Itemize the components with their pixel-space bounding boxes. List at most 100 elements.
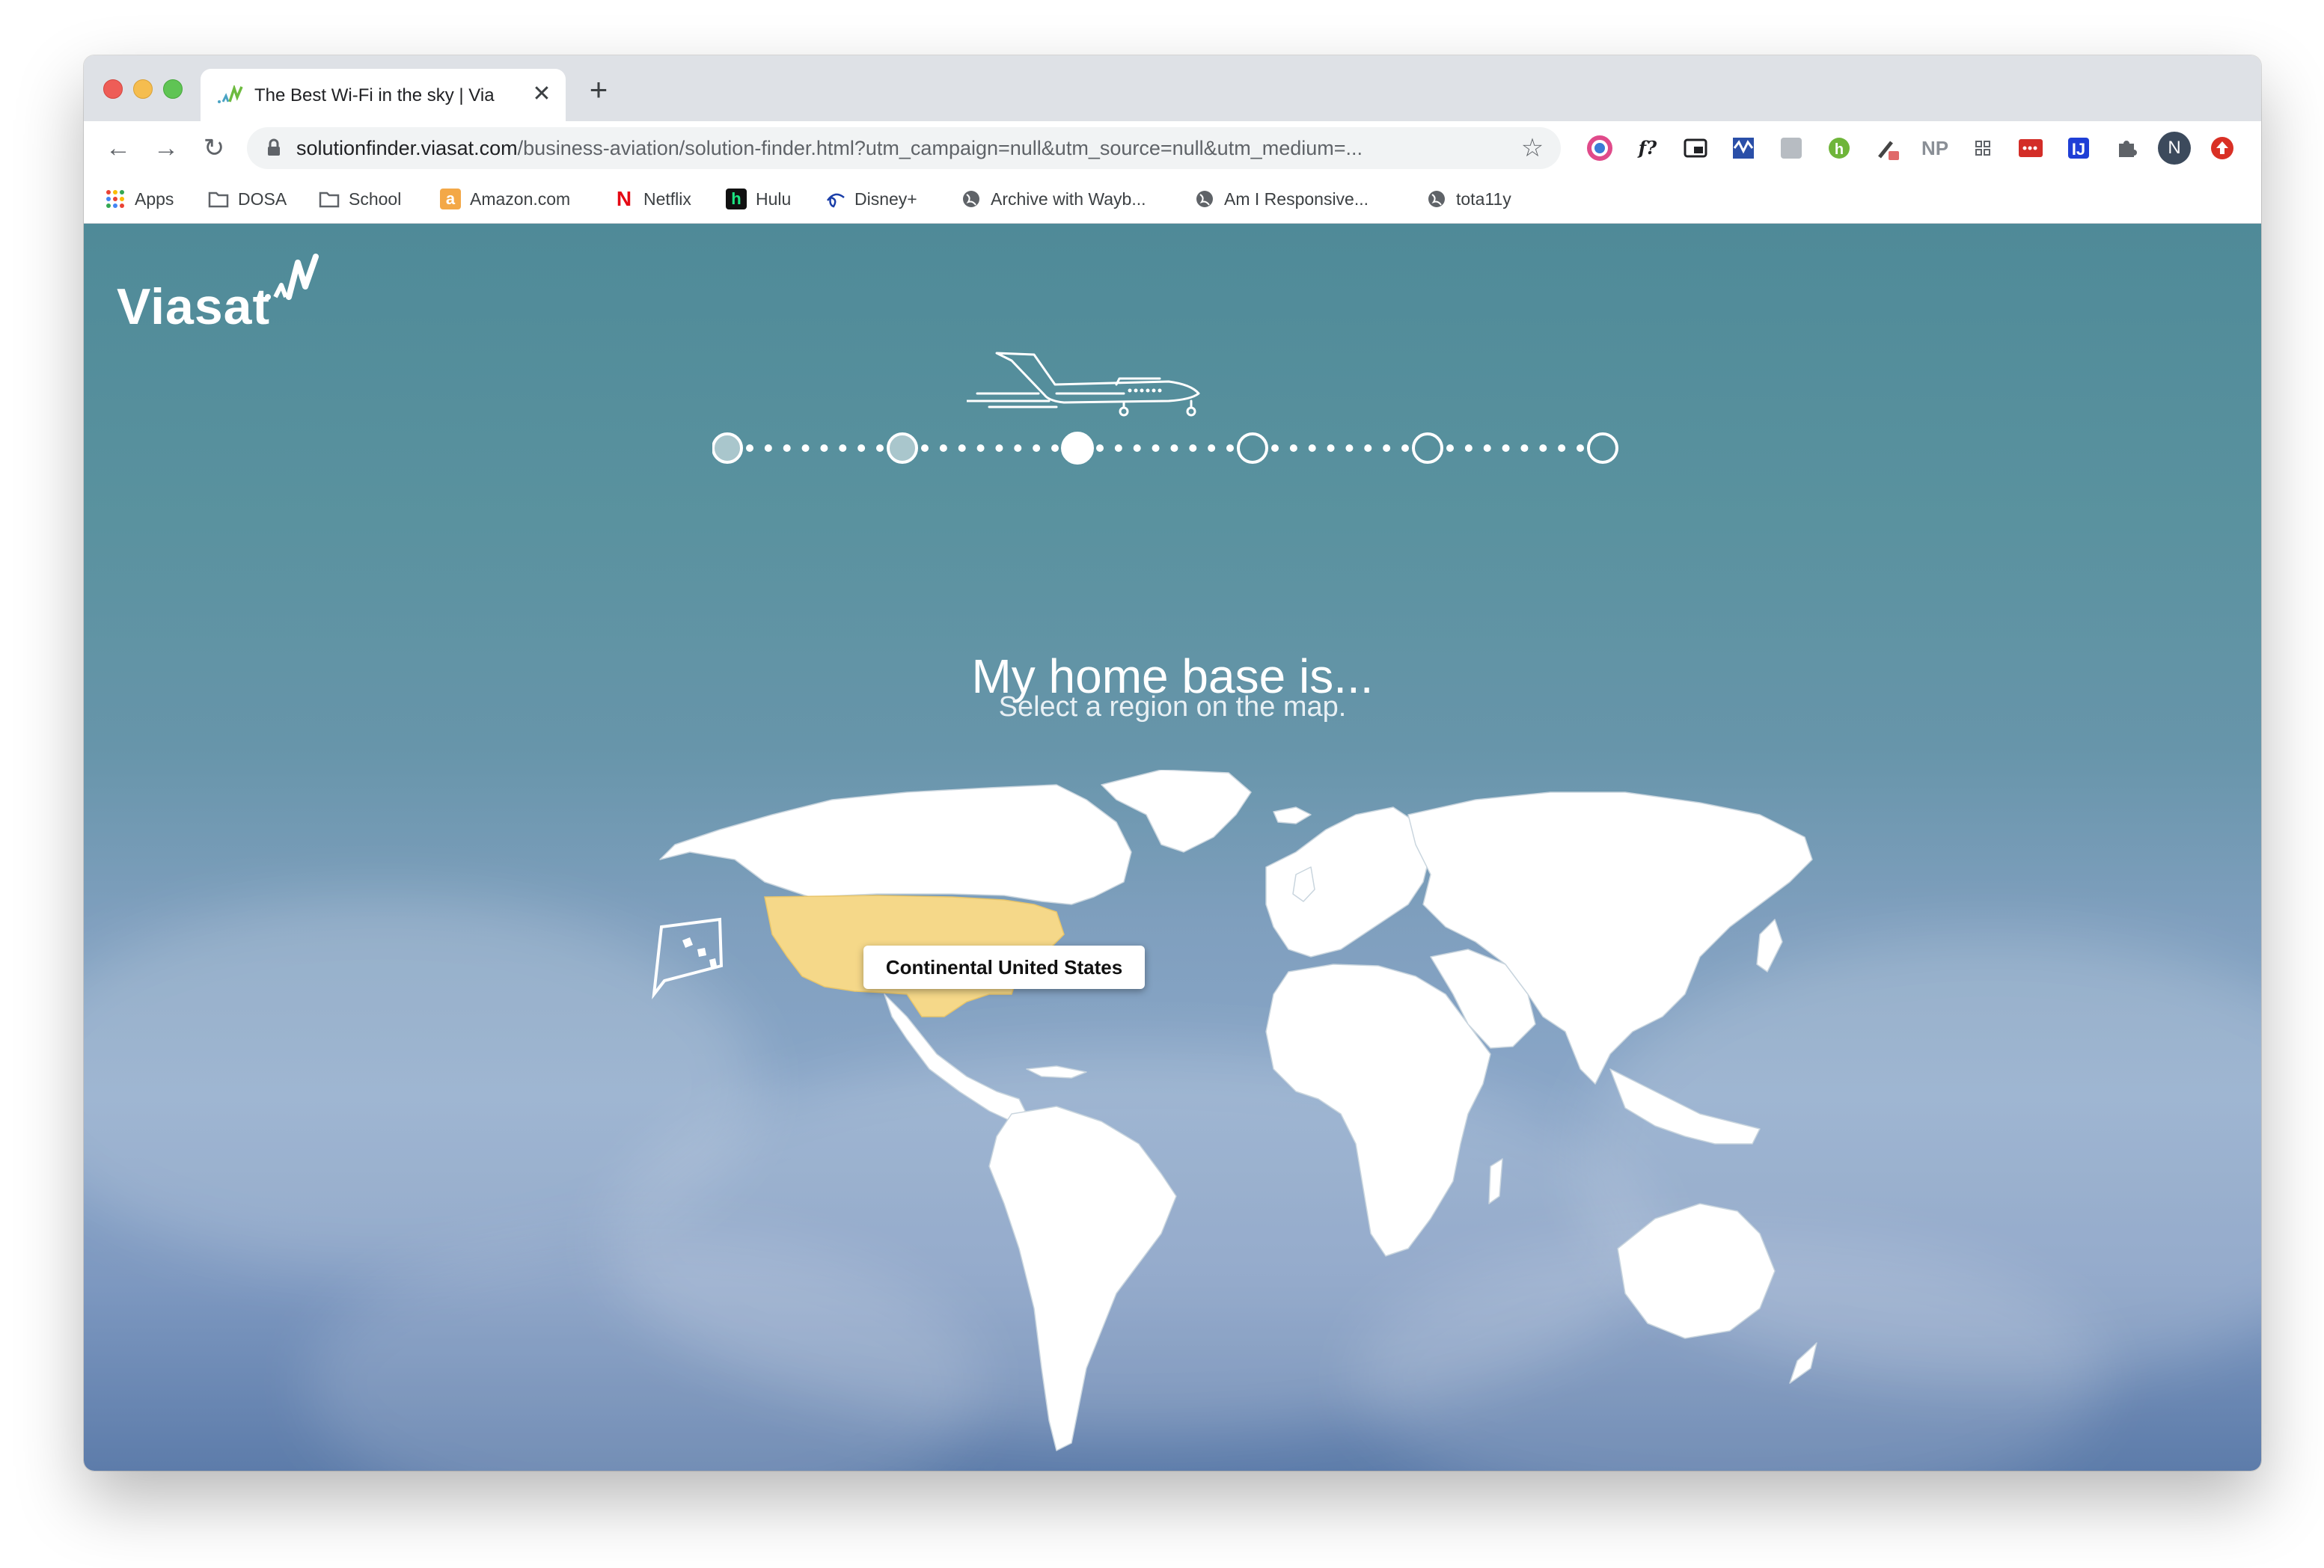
back-button[interactable]: ← [102, 132, 135, 165]
lastpass-extension-icon[interactable] [2014, 132, 2047, 165]
bookmark-netflix[interactable]: N Netflix [614, 184, 691, 214]
viasat-logo[interactable]: Viasat [117, 246, 341, 335]
progress-connector-dot [958, 444, 966, 452]
map-region-europe[interactable] [1265, 806, 1431, 958]
page-subtitle: Select a region on the map. [998, 691, 1347, 723]
progress-connector-dot [1033, 444, 1041, 452]
svg-text:h: h [1835, 141, 1844, 158]
progress-connector-dot [1401, 444, 1409, 452]
color-picker-extension-icon[interactable] [1583, 132, 1616, 165]
progress-connector-dot [995, 444, 1003, 452]
map-region-new-zealand[interactable] [1789, 1342, 1817, 1384]
bookmark-dosa[interactable]: DOSA [208, 184, 287, 214]
logo-text: Viasat [117, 278, 271, 335]
extensions-puzzle-icon[interactable] [2110, 132, 2143, 165]
bookmark-label: School [349, 189, 402, 209]
bookmark-disney[interactable]: Disney+ [825, 184, 917, 214]
progress-connector-dot [1383, 444, 1391, 452]
grid-extension-icon[interactable] [1966, 132, 1999, 165]
step-2-completed[interactable] [887, 432, 918, 464]
update-icon[interactable] [2206, 132, 2239, 165]
step-3-current[interactable] [1061, 432, 1094, 465]
globe-icon [1428, 191, 1445, 207]
progress-connector-dot [921, 444, 929, 452]
map-region-alaska-canada[interactable] [659, 784, 1132, 905]
progress-connector-dot [783, 444, 791, 452]
map-region-africa[interactable] [1265, 964, 1491, 1257]
bookmarks-bar: Apps DOSA School a Amazon.com N Netflix … [84, 175, 2261, 224]
jira-extension-icon[interactable]: IJ [2062, 132, 2095, 165]
progress-connector-dot [801, 444, 810, 452]
progress-connector-dot [1133, 444, 1141, 452]
progress-connector-dot [1152, 444, 1160, 452]
url-path: /business-aviation/solution-finder.html?… [517, 137, 1363, 159]
close-window-button[interactable] [103, 79, 123, 99]
bookmark-tota11y[interactable]: tota11y [1426, 184, 1511, 214]
progress-connector-dot [1289, 444, 1297, 452]
font-finder-extension-icon[interactable]: f? [1631, 132, 1664, 165]
bookmark-hulu[interactable]: h Hulu [726, 184, 791, 214]
bookmark-label: Netflix [643, 189, 691, 209]
grammar-extension-icon[interactable]: h [1823, 132, 1856, 165]
step-5 [1412, 432, 1443, 464]
progress-connector-dot [1577, 444, 1584, 452]
progress-connector-dot [820, 444, 828, 452]
tab-strip: The Best Wi-Fi in the sky | Via ✕ + [84, 55, 2261, 121]
progress-connector-dot [1520, 444, 1529, 452]
bookmark-apps[interactable]: Apps [105, 184, 174, 214]
disney-icon [826, 193, 845, 208]
lock-icon [268, 138, 280, 156]
progress-connector-dot [1208, 444, 1216, 452]
map-region-iceland[interactable] [1273, 806, 1312, 824]
picture-in-picture-icon[interactable] [1679, 132, 1712, 165]
profile-avatar-icon[interactable]: N [2158, 132, 2191, 165]
bookmark-label: tota11y [1456, 189, 1511, 209]
world-map[interactable] [637, 770, 1820, 1466]
newsletter-pro-extension-icon[interactable]: NP [1918, 132, 1951, 165]
zoom-window-button[interactable] [163, 79, 183, 99]
map-region-australia[interactable] [1617, 1203, 1776, 1339]
new-tab-button[interactable]: + [582, 73, 615, 106]
netflix-icon: N [616, 187, 632, 210]
progress-connector-dot [1327, 444, 1335, 452]
address-bar[interactable]: solutionfinder.viasat.com/business-aviat… [247, 127, 1561, 169]
map-region-japan[interactable] [1756, 919, 1783, 973]
bookmark-archive[interactable]: Archive with Wayb... [961, 184, 1146, 214]
map-region-hawaii[interactable] [652, 917, 724, 999]
folder-icon [208, 192, 229, 208]
bookmark-am-i-responsive[interactable]: Am I Responsive... [1194, 184, 1369, 214]
progress-connector-dot [1114, 444, 1122, 452]
wave-extension-icon[interactable] [1727, 132, 1760, 165]
progress-connector-dot [1170, 444, 1178, 452]
tab-close-icon[interactable]: ✕ [528, 81, 555, 108]
progress-connector-dot [1502, 444, 1510, 452]
bookmark-star-icon[interactable]: ☆ [1517, 133, 1547, 163]
bookmark-amazon[interactable]: a Amazon.com [440, 184, 570, 214]
bookmark-label: Hulu [756, 189, 792, 209]
progress-connector-dot [1096, 444, 1104, 452]
ruler-extension-icon[interactable] [1775, 132, 1808, 165]
map-region-south-america[interactable] [988, 1106, 1177, 1451]
page-viewport: Viasat My home base is... Select a regio… [84, 224, 2261, 1471]
tab-active[interactable]: The Best Wi-Fi in the sky | Via ✕ [201, 69, 566, 121]
map-region-madagascar[interactable] [1488, 1158, 1503, 1204]
minimize-window-button[interactable] [133, 79, 153, 99]
region-tooltip: Continental United States [863, 946, 1145, 989]
bookmark-label: DOSA [238, 189, 287, 209]
url-text: solutionfinder.viasat.com/business-aviat… [296, 135, 1479, 162]
hulu-icon: h [726, 189, 747, 209]
map-region-caribbean[interactable] [1026, 1065, 1087, 1079]
reload-button[interactable]: ↻ [198, 132, 230, 165]
progress-connector-dot [1189, 444, 1197, 452]
step-1-completed[interactable] [712, 432, 743, 464]
progress-connector-dot [746, 444, 753, 452]
step-6 [1587, 432, 1618, 464]
progress-connector-dot [1364, 444, 1372, 452]
progress-connector-dot [1014, 444, 1022, 452]
bookmark-school[interactable]: School [319, 184, 401, 214]
map-region-mexico-central-america[interactable] [884, 993, 1027, 1122]
bookmark-label: Archive with Wayb... [991, 189, 1146, 209]
forward-button[interactable]: → [150, 132, 183, 165]
map-region-southeast-asia[interactable] [1609, 1068, 1761, 1145]
eyedropper-extension-icon[interactable] [1871, 132, 1903, 165]
